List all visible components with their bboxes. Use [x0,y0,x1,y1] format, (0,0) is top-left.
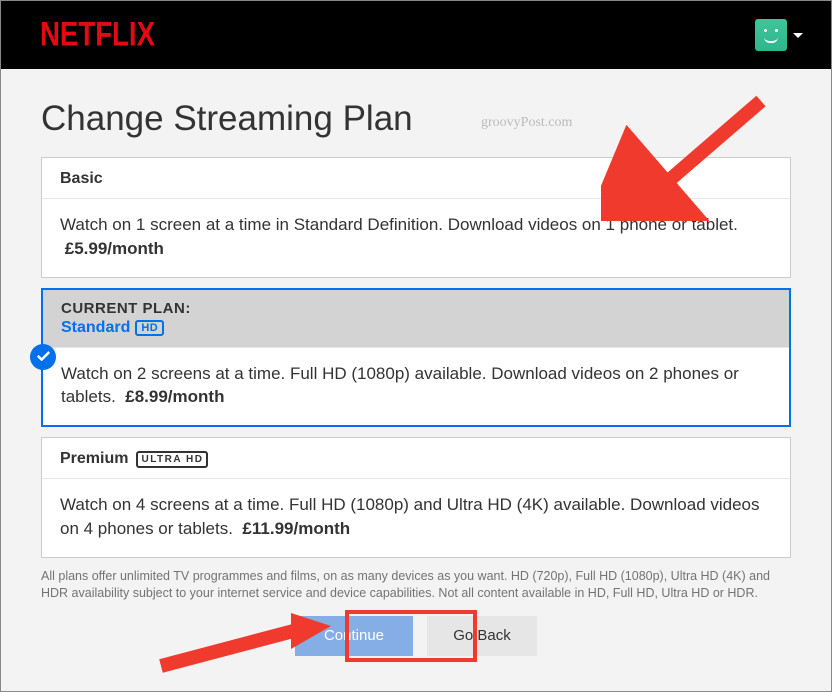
plan-basic-name: Basic [60,170,103,188]
button-row: Continue Go Back [41,616,791,656]
plan-premium-name: Premium [60,450,128,468]
caret-down-icon [793,33,803,38]
avatar-icon [755,19,787,51]
plan-premium-price: £11.99/month [242,519,350,538]
plan-standard-price: £8.99/month [125,387,224,406]
top-navbar: NETFLIX [1,1,831,69]
hd-badge-icon: HD [135,320,164,336]
footnote-text: All plans offer unlimited TV programmes … [41,568,791,602]
plan-standard-name: Standard [61,319,130,337]
profile-menu[interactable] [755,19,803,51]
watermark-text: groovyPost.com [481,115,572,131]
netflix-logo[interactable]: NETFLIX [40,15,155,54]
page-content: Change Streaming Plan groovyPost.com Bas… [1,69,831,676]
page-title: Change Streaming Plan [41,99,791,139]
go-back-button[interactable]: Go Back [427,616,537,656]
checkmark-icon [30,344,56,370]
continue-button[interactable]: Continue [295,616,413,656]
plan-basic-desc: Watch on 1 screen at a time in Standard … [60,215,738,234]
ultrahd-badge-icon: ULTRA HD [136,451,208,468]
plan-list: Basic Watch on 1 screen at a time in Sta… [41,157,791,558]
plan-premium-desc: Watch on 4 screens at a time. Full HD (1… [60,495,760,538]
plan-basic[interactable]: Basic Watch on 1 screen at a time in Sta… [41,157,791,278]
plan-basic-price: £5.99/month [65,239,164,258]
plan-premium[interactable]: Premium ULTRA HD Watch on 4 screens at a… [41,437,791,558]
current-plan-label: CURRENT PLAN: [61,300,771,317]
plan-standard[interactable]: CURRENT PLAN: Standard HD Watch on 2 scr… [41,288,791,428]
